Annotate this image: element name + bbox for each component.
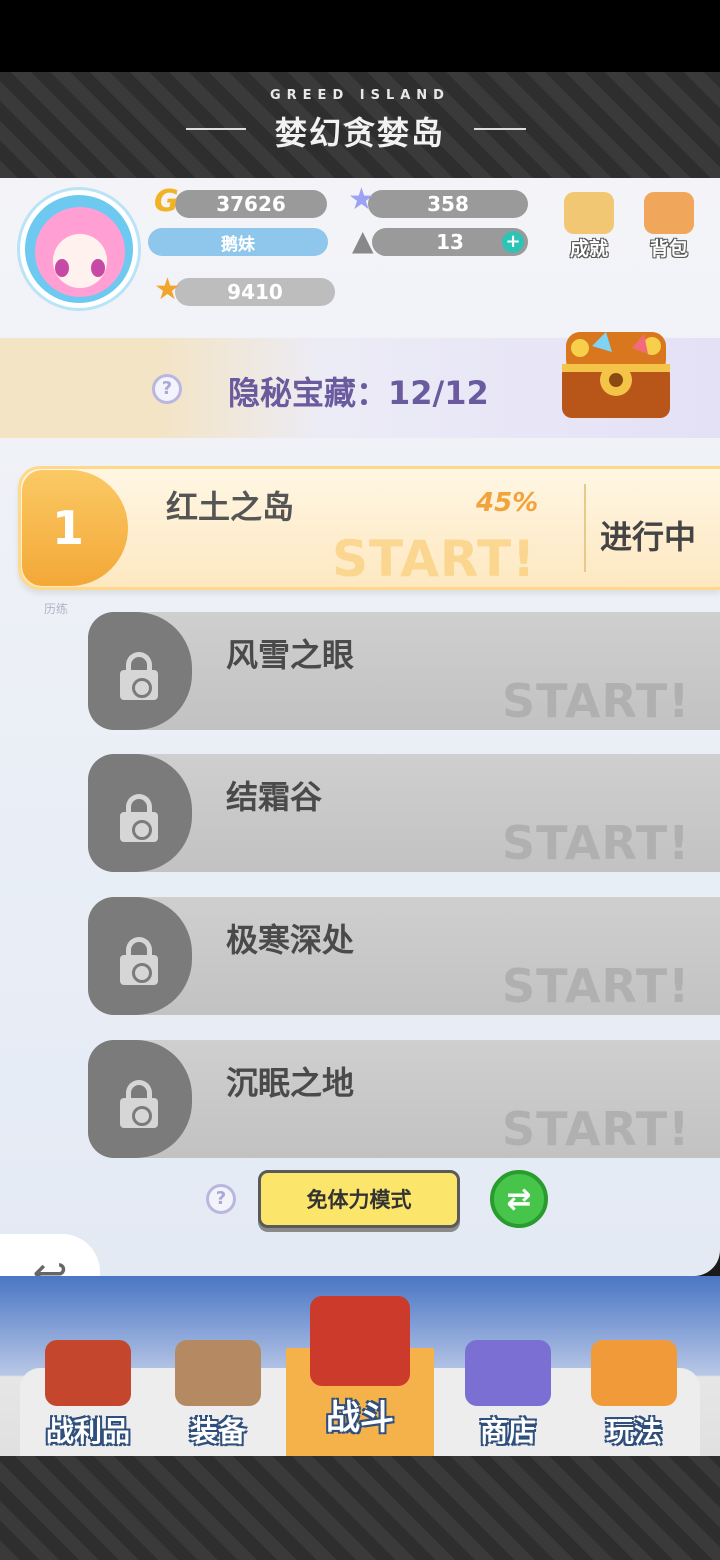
gold-counter: 37626 — [175, 190, 327, 218]
mode-help-icon[interactable]: ? — [206, 1184, 236, 1214]
trophy-icon — [564, 192, 614, 234]
level-name: 沉眠之地 — [226, 1064, 355, 1102]
lock-icon — [120, 937, 158, 985]
nav-label: 战斗 — [326, 1398, 394, 1438]
header-line-right — [474, 128, 526, 130]
start-watermark: START! — [502, 816, 691, 870]
nav-label: 装备 — [189, 1415, 246, 1448]
status-bar — [0, 0, 720, 72]
backpack-label: 背包 — [649, 238, 688, 260]
lock-cap — [88, 754, 192, 872]
backpack-button[interactable]: 背包 — [638, 192, 700, 261]
level-card-locked[interactable]: 结霜谷 START! — [88, 754, 720, 872]
level-name: 结霜谷 — [226, 778, 323, 816]
start-watermark: START! — [502, 1102, 691, 1156]
stamina-free-mode-button[interactable]: 免体力模式 — [258, 1170, 460, 1228]
lock-cap — [88, 897, 192, 1015]
medal-icon: ★ — [154, 272, 181, 307]
nav-item-shop[interactable]: 商店 — [448, 1340, 568, 1450]
header-title: 婪幻贪婪岛 — [274, 114, 445, 152]
level-status: 进行中 — [600, 518, 697, 556]
lock-icon — [120, 794, 158, 842]
game-header: GREED ISLAND 婪幻贪婪岛 — [0, 72, 720, 180]
player-name: 鹅妹 — [148, 228, 328, 256]
avatar-face — [35, 207, 125, 297]
lock-icon — [120, 1080, 158, 1128]
level-progress: 45% — [476, 488, 539, 518]
backpack-icon — [644, 192, 694, 234]
avatar-eye-right — [91, 259, 105, 277]
card-icon — [465, 1340, 551, 1406]
lock-cap — [88, 612, 192, 730]
gold-icon: G — [154, 184, 179, 219]
achievements-button[interactable]: 成就 — [558, 192, 620, 261]
book-icon — [45, 1340, 131, 1406]
level-name: 极寒深处 — [226, 921, 355, 959]
nav-item-loot[interactable]: 战利品 — [28, 1340, 148, 1450]
start-watermark: START! — [502, 959, 691, 1013]
level-name: 风雪之眼 — [226, 636, 355, 674]
nav-item-gameplay[interactable]: 玩法 — [574, 1340, 694, 1450]
sword-shield-icon — [310, 1296, 410, 1386]
level-card-locked[interactable]: 风雪之眼 START! — [88, 612, 720, 730]
treasure-chest-icon[interactable] — [552, 318, 680, 422]
nav-label: 玩法 — [605, 1415, 662, 1448]
nav-label: 战利品 — [45, 1415, 130, 1448]
start-watermark: START! — [332, 530, 537, 588]
treasure-help-icon[interactable]: ? — [152, 374, 182, 404]
add-stamina-button[interactable]: + — [502, 231, 524, 253]
avatar[interactable] — [20, 190, 138, 308]
star-icon: ★ — [348, 182, 375, 217]
level-card-locked[interactable]: 沉眠之地 START! — [88, 1040, 720, 1158]
nav-label: 商店 — [479, 1415, 536, 1448]
header-subtitle: GREED ISLAND — [270, 88, 450, 103]
start-watermark: START! — [502, 674, 691, 728]
medal-counter: 9410 — [175, 278, 335, 306]
armor-icon — [175, 1340, 261, 1406]
level-tag: 历练 — [44, 602, 69, 616]
bottom-bar — [0, 1456, 720, 1560]
avatar-eye-left — [55, 259, 69, 277]
level-card-locked[interactable]: 极寒深处 START! — [88, 897, 720, 1015]
map-pin-icon — [591, 1340, 677, 1406]
lock-cap — [88, 1040, 192, 1158]
nav-item-equipment[interactable]: 装备 — [158, 1340, 278, 1450]
swap-icon[interactable]: ⇄ — [490, 1170, 548, 1228]
lock-icon — [120, 652, 158, 700]
achievements-label: 成就 — [569, 238, 608, 260]
star-counter: 358 — [368, 190, 528, 218]
nav-item-battle[interactable]: 战斗 — [300, 1296, 420, 1439]
rice-ball-icon: ▲ — [352, 224, 374, 257]
level-name: 红土之岛 — [166, 488, 295, 526]
level-divider — [584, 484, 586, 572]
treasure-label: 隐秘宝藏：12/12 — [228, 374, 489, 412]
